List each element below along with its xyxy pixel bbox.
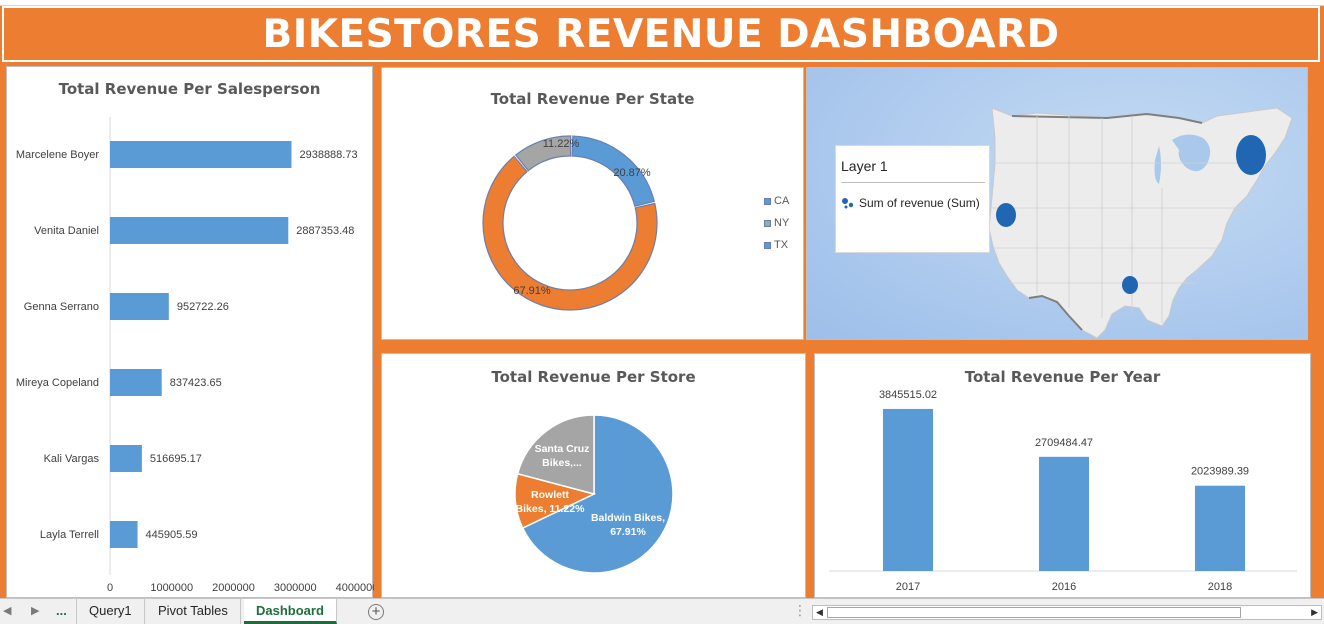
state-donut-chart: 20.87% 67.91% 11.22% (482, 135, 658, 311)
more-tabs-button[interactable]: ... (56, 603, 67, 618)
revenue-map[interactable]: Layer 1 Sum of revenue (Sum) (806, 67, 1308, 340)
data-label: 952722.26 (177, 301, 229, 313)
category-label: Marcelene Boyer (16, 149, 99, 161)
add-sheet-icon[interactable]: + (368, 604, 384, 620)
chart-revenue-per-salesperson[interactable]: Total Revenue Per Salesperson Marcelene … (6, 66, 374, 598)
chart-revenue-per-state[interactable]: Total Revenue Per State 20.87% 67.91% 11.2… (381, 67, 804, 340)
horizontal-scrollbar[interactable]: ◀ ▶ (812, 605, 1322, 620)
tick-label: 3000000 (274, 582, 317, 594)
dashboard-title: BIKESTORES REVENUE DASHBOARD (262, 11, 1060, 57)
category-label: Kali Vargas (44, 453, 100, 465)
data-label: Bikes,... (542, 457, 582, 469)
tick-label: 4000000 (336, 582, 374, 594)
map-legend-label: Sum of revenue (Sum) (859, 196, 980, 210)
map-bubble-ca (996, 203, 1016, 227)
tab-pivot-tables[interactable]: Pivot Tables (146, 599, 241, 624)
scroll-tabs-left-icon[interactable]: ◀ (3, 604, 11, 617)
category-label: Layla Terrell (40, 529, 99, 541)
category-label: 2018 (1208, 581, 1232, 593)
bar (110, 369, 162, 396)
legend-label: CA (774, 195, 790, 207)
map-legend-title: Layer 1 (841, 158, 888, 174)
map-layer-legend[interactable]: Layer 1 Sum of revenue (Sum) (835, 145, 990, 253)
tick-label: 2000000 (212, 582, 255, 594)
tick-label: 1000000 (150, 582, 193, 594)
legend-swatch (764, 197, 771, 205)
data-label: 20.87% (613, 167, 651, 179)
map-legend-item: Sum of revenue (Sum) (841, 196, 980, 210)
map-legend-divider (841, 182, 985, 183)
tab-dashboard[interactable]: Dashboard (244, 599, 337, 624)
legend-item-ca: CA (764, 190, 789, 212)
bar (883, 408, 933, 571)
data-label: 2887353.48 (296, 225, 354, 237)
chart-revenue-per-year[interactable]: Total Revenue Per Year 3845515.02 2017 270… (814, 353, 1311, 598)
tab-query1[interactable]: Query1 (76, 599, 145, 624)
legend-item-tx: TX (764, 234, 789, 256)
dashboard-title-banner: BIKESTORES REVENUE DASHBOARD (2, 6, 1320, 62)
legend-label: TX (774, 239, 789, 251)
bar (110, 217, 289, 244)
bar (110, 141, 292, 168)
tab-split-handle[interactable]: ⋮ (793, 602, 807, 619)
data-label: Rowlett (531, 489, 569, 501)
data-label: Santa Cruz (535, 443, 590, 455)
tick-label: 0 (107, 582, 113, 594)
legend-label: NY (774, 217, 790, 229)
data-label: 445905.59 (146, 529, 198, 541)
map-bubble-ny (1236, 135, 1266, 175)
legend-swatch (764, 219, 771, 227)
category-label: Genna Serrano (24, 301, 99, 313)
category-label: Venita Daniel (34, 225, 99, 237)
bar (110, 293, 169, 320)
map-bubble-tx (1122, 276, 1138, 294)
data-label: Baldwin Bikes, (591, 512, 665, 524)
scroll-right-icon[interactable]: ▶ (1311, 607, 1318, 618)
data-label: 2709484.47 (1035, 437, 1093, 449)
scrollbar-thumb[interactable] (827, 607, 1241, 618)
data-label: Bikes, 11.22% (516, 503, 586, 515)
scroll-tabs-right-icon[interactable]: ▶ (31, 604, 39, 617)
scroll-left-icon[interactable]: ◀ (816, 607, 823, 618)
bar (1195, 485, 1245, 571)
bubble-legend-icon (842, 198, 854, 209)
data-label: 2938888.73 (299, 149, 357, 161)
data-label: 2023989.39 (1191, 466, 1249, 478)
data-label: 67.91% (610, 526, 646, 538)
state-legend: CA NY TX (764, 190, 789, 256)
category-label: 2016 (1052, 581, 1076, 593)
data-label: 11.22% (543, 138, 580, 150)
data-label: 3845515.02 (879, 389, 937, 401)
legend-item-ny: NY (764, 212, 789, 234)
year-column-chart: 3845515.02 2017 2709484.47 2016 2023989.39 20… (829, 389, 1297, 593)
bar (110, 445, 142, 472)
legend-swatch (764, 241, 771, 249)
data-label: 516695.17 (150, 453, 202, 465)
bar (110, 521, 138, 548)
category-label: 2017 (896, 581, 920, 593)
sheet-tab-bar: ◀ ▶ ... Query1 Pivot Tables Dashboard + … (0, 598, 1324, 624)
data-label: 67.91% (513, 285, 551, 297)
data-label: 837423.65 (170, 377, 222, 389)
store-pie-chart: Baldwin Bikes, 67.91% Rowlett Bikes, 11.22%… (514, 414, 674, 574)
category-label: Mireya Copeland (16, 377, 99, 389)
chart-revenue-per-store[interactable]: Total Revenue Per Store Baldwin Bikes, 67… (381, 353, 806, 598)
salesperson-bar-chart: Marcelene Boyer 2938888.73 Venita Daniel 28… (16, 117, 374, 594)
bar (1039, 456, 1089, 571)
